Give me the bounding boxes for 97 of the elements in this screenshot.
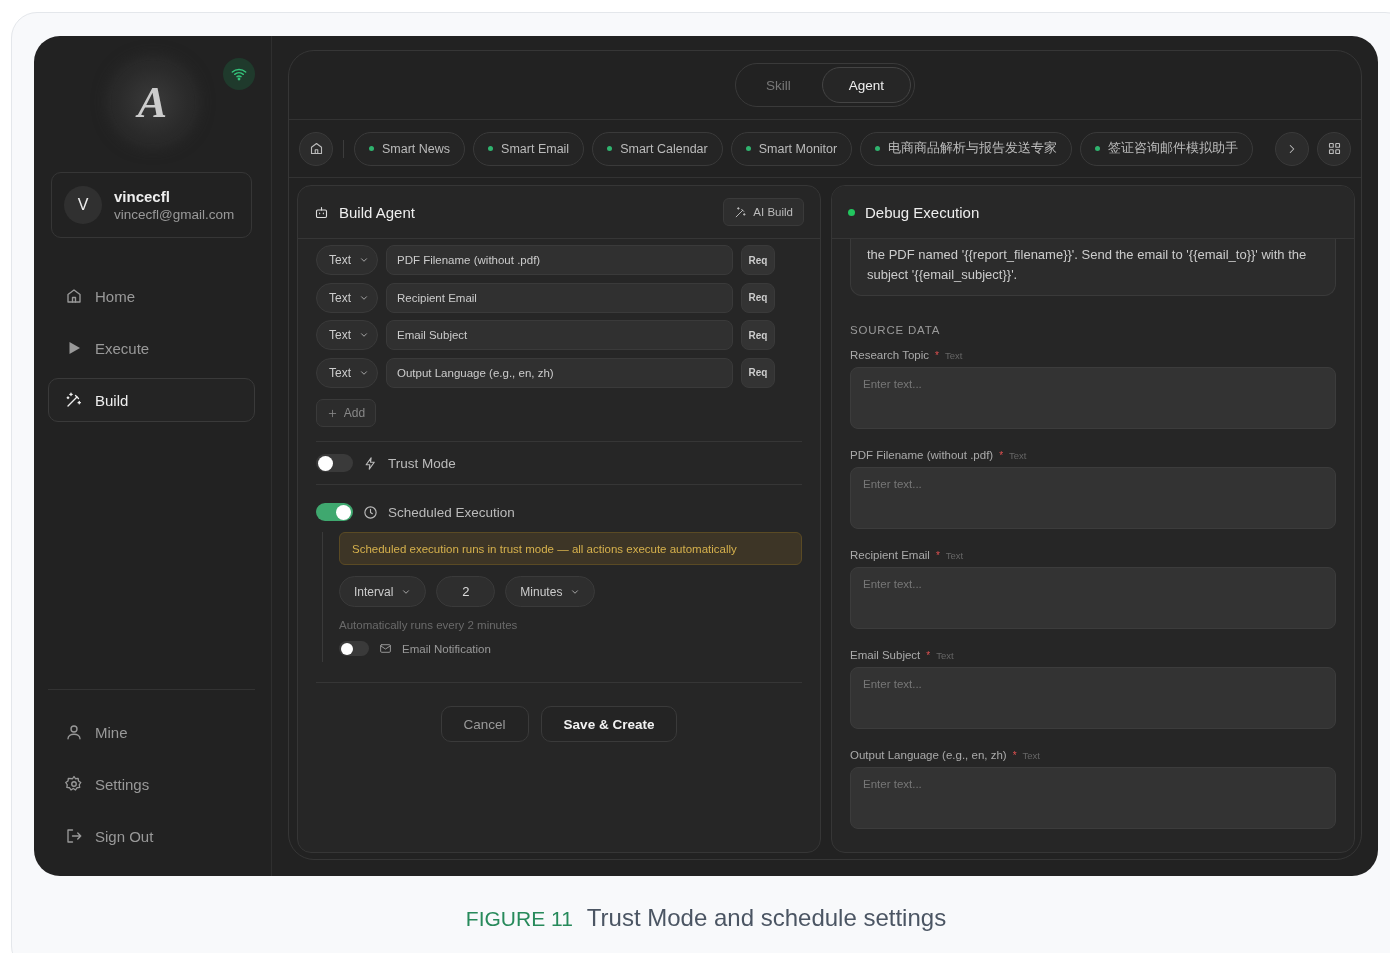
mode-option[interactable]: Agent: [821, 67, 911, 103]
warning-banner: Scheduled execution runs in trust mode — all actions execute automatically: [339, 532, 802, 565]
parameter-field[interactable]: Output Language (e.g., en, zh): [386, 357, 733, 388]
sign-out-icon: [65, 827, 83, 845]
save-button[interactable]: Save & Create: [540, 706, 678, 742]
wifi-icon: [223, 58, 255, 90]
figure-number: FIGURE 11: [465, 907, 573, 931]
input-field[interactable]: Enter text...: [850, 467, 1336, 529]
status-dot-icon: [607, 146, 613, 151]
user-email: vincecfl@gmail.com: [114, 207, 235, 222]
unit-select[interactable]: Minutes: [505, 576, 596, 607]
type-select[interactable]: Text: [316, 357, 378, 388]
input-field[interactable]: Enter text...: [850, 667, 1336, 729]
figure-caption: Trust Mode and schedule settings: [586, 904, 947, 932]
type-select[interactable]: Text: [316, 245, 378, 275]
grid-icon: [1326, 141, 1342, 156]
required-button[interactable]: Req: [741, 320, 775, 350]
field-type: Text: [1009, 450, 1027, 461]
magic-wand-icon: [734, 205, 748, 219]
input-field[interactable]: Enter text...: [850, 367, 1336, 429]
preset-chip[interactable]: Smart Calendar: [592, 131, 723, 166]
field-label: Output Language (e.g., en, zh): [850, 749, 1007, 761]
toggle-switch[interactable]: [339, 641, 369, 656]
field-type: Text: [1022, 750, 1040, 761]
schedule-type-select[interactable]: Interval: [339, 576, 427, 607]
type-select[interactable]: Text: [316, 282, 378, 313]
plus-icon: [326, 407, 338, 419]
nav-item[interactable]: Home: [48, 274, 255, 318]
status-dot-icon: [875, 146, 881, 151]
schedule-hint: Automatically runs every 2 minutes: [339, 619, 519, 631]
required-mark: *: [999, 450, 1004, 461]
interval-field[interactable]: 2: [436, 576, 496, 607]
nav-item[interactable]: Mine: [48, 710, 255, 754]
type-select[interactable]: Text: [316, 320, 378, 350]
user-card[interactable]: V vincecfl vincecfl@gmail.com: [51, 172, 252, 238]
preset-chip[interactable]: Smart Monitor: [730, 131, 853, 166]
mode-option[interactable]: Skill: [738, 67, 818, 103]
mail-icon: [379, 642, 392, 655]
required-button[interactable]: Req: [741, 282, 775, 313]
home-button[interactable]: [299, 131, 333, 166]
nav-item[interactable]: Sign Out: [48, 814, 255, 858]
status-dot-icon: [369, 146, 374, 151]
user-name: vincecfl: [114, 188, 171, 205]
clock-icon: [363, 504, 378, 520]
toggle-label: Scheduled Execution: [388, 504, 515, 520]
preset-chip[interactable]: Smart News: [354, 131, 466, 166]
field-type: Text: [936, 650, 954, 661]
field-type: Text: [945, 550, 964, 561]
required-mark: *: [935, 550, 940, 561]
grid-button[interactable]: [1317, 131, 1351, 166]
required-mark: *: [935, 350, 939, 361]
magic-wand-icon: [65, 391, 83, 409]
home-icon: [308, 141, 324, 156]
required-button[interactable]: Req: [741, 357, 775, 388]
nav-item[interactable]: Build: [48, 378, 255, 422]
toggle-label: Trust Mode: [388, 455, 456, 471]
field-label: PDF Filename (without .pdf): [850, 449, 994, 461]
field-label: Research Topic: [850, 349, 930, 361]
preset-chip[interactable]: 电商商品解析与报告发送专家: [860, 131, 1073, 166]
panel-title: Build Agent: [339, 203, 415, 221]
user-icon: [65, 723, 83, 741]
nav-item[interactable]: Execute: [48, 326, 255, 370]
parameter-field[interactable]: Recipient Email: [386, 282, 733, 313]
required-mark: *: [926, 650, 931, 661]
field-label: Email Subject: [850, 649, 921, 661]
parameter-field[interactable]: PDF Filename (without .pdf): [386, 245, 733, 275]
chevron-down-icon: [359, 330, 369, 340]
status-dot-icon: [1095, 146, 1101, 151]
section-title: SOURCE DATA: [850, 324, 942, 336]
nav-item[interactable]: Settings: [48, 762, 255, 806]
app-logo: A: [110, 60, 195, 144]
robot-icon: [314, 204, 329, 220]
status-dot-icon: [848, 208, 855, 216]
status-dot-icon: [488, 146, 494, 151]
panel-title: Debug Execution: [865, 203, 980, 221]
field-type: Text: [944, 350, 963, 361]
preset-chip[interactable]: Smart Email: [473, 131, 585, 166]
chevron-down-icon: [359, 255, 369, 265]
preset-chip[interactable]: 签证咨询邮件模拟助手: [1080, 131, 1254, 166]
toggle-label: Email Notification: [402, 642, 491, 655]
required-button[interactable]: Req: [741, 245, 775, 275]
status-dot-icon: [745, 146, 751, 151]
toggle-switch[interactable]: [316, 454, 353, 472]
settings-icon: [65, 775, 83, 793]
lightning-icon: [363, 455, 378, 471]
input-field[interactable]: Enter text...: [850, 767, 1336, 829]
cancel-button[interactable]: Cancel: [440, 706, 529, 742]
avatar: V: [64, 186, 102, 224]
toggle-switch[interactable]: [316, 503, 353, 521]
field-label: Recipient Email: [850, 549, 930, 561]
prompt-text: the PDF named '{{report_filename}}'. Send the email to '{{email_to}}' with the subject '{{email_subject}}'.: [850, 239, 1336, 296]
parameter-field[interactable]: Email Subject: [386, 320, 733, 350]
ai-build-button[interactable]: AI Build: [723, 198, 804, 226]
add-button[interactable]: Add: [316, 399, 376, 427]
input-field[interactable]: Enter text...: [850, 567, 1336, 629]
home-icon: [65, 287, 83, 305]
required-mark: *: [1012, 750, 1017, 761]
